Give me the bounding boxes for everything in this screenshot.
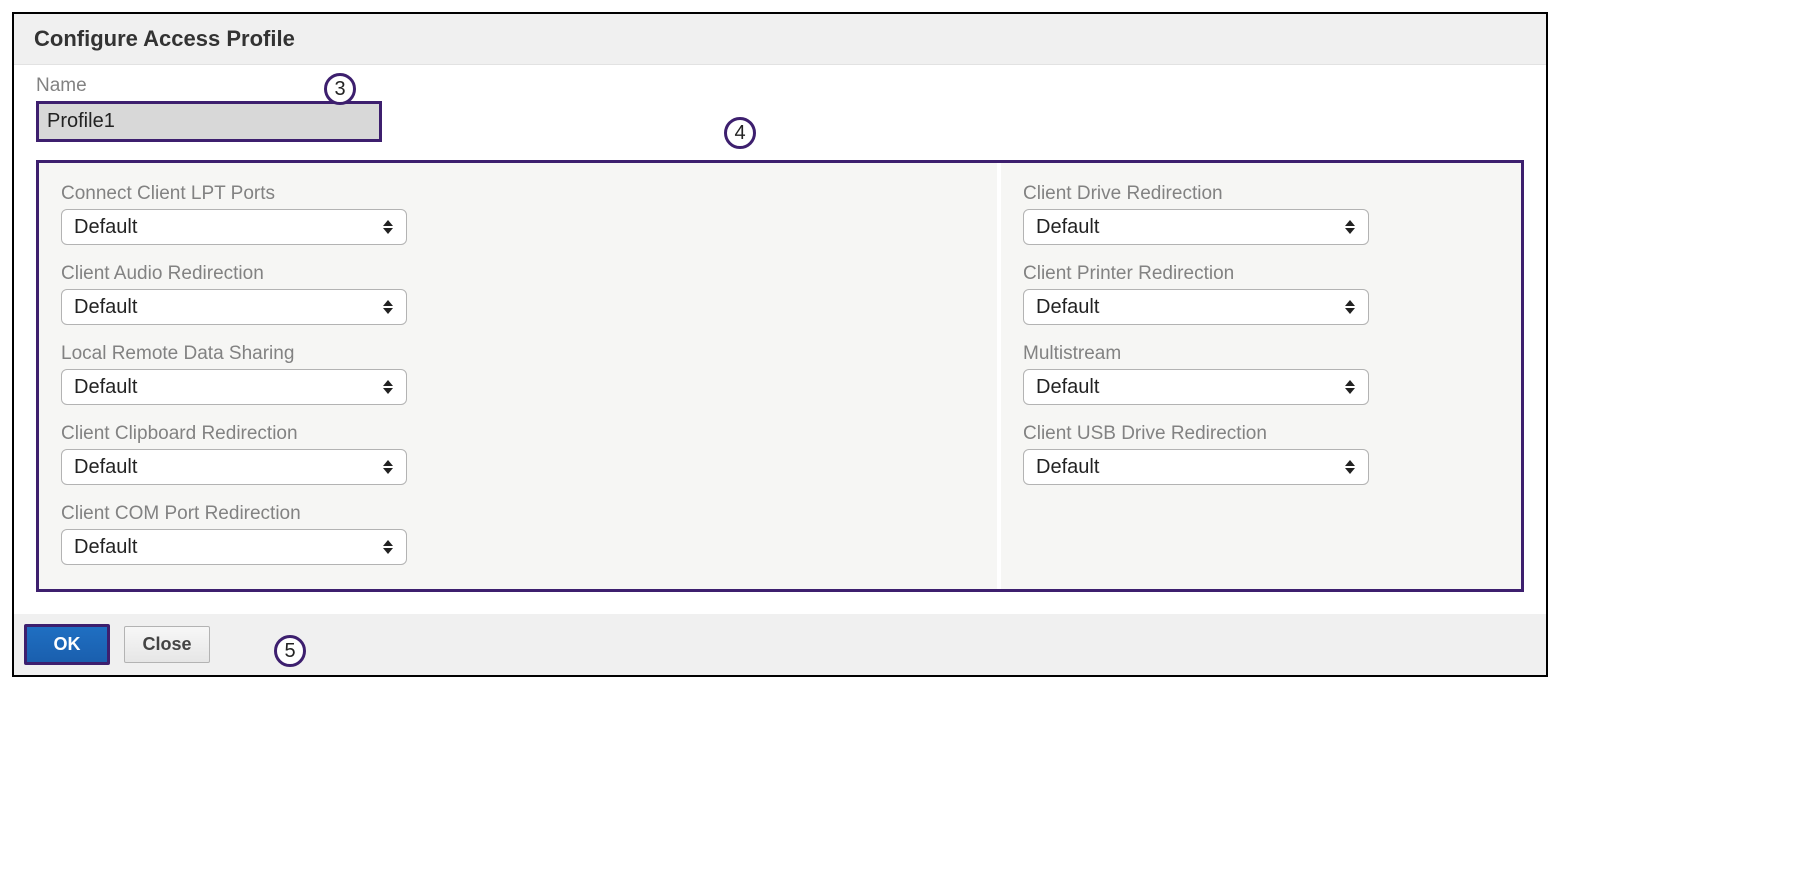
select-client-usb-drive-redirection[interactable]: Default <box>1023 449 1369 485</box>
dialog-title: Configure Access Profile <box>34 26 1526 52</box>
select-client-clipboard-redirection[interactable]: Default <box>61 449 407 485</box>
dialog-body: Name 3 4 Connect Client LPT Ports Defaul… <box>14 65 1546 614</box>
label-client-drive-redirection: Client Drive Redirection <box>1023 183 1499 205</box>
select-client-com-port-redirection[interactable]: Default <box>61 529 407 565</box>
callout-5: 5 <box>274 635 306 667</box>
settings-left-column: Connect Client LPT Ports Default Client … <box>39 163 1001 589</box>
close-button[interactable]: Close <box>124 626 210 663</box>
callout-3: 3 <box>324 73 356 105</box>
field-multistream: Multistream Default <box>1023 343 1499 405</box>
field-client-printer-redirection: Client Printer Redirection Default <box>1023 263 1499 325</box>
label-client-printer-redirection: Client Printer Redirection <box>1023 263 1499 285</box>
field-connect-client-lpt-ports: Connect Client LPT Ports Default <box>61 183 975 245</box>
label-client-audio-redirection: Client Audio Redirection <box>61 263 975 285</box>
field-client-usb-drive-redirection: Client USB Drive Redirection Default <box>1023 423 1499 485</box>
select-client-drive-redirection[interactable]: Default <box>1023 209 1369 245</box>
label-connect-client-lpt-ports: Connect Client LPT Ports <box>61 183 975 205</box>
label-local-remote-data-sharing: Local Remote Data Sharing <box>61 343 975 365</box>
name-input[interactable] <box>36 101 382 142</box>
label-client-usb-drive-redirection: Client USB Drive Redirection <box>1023 423 1499 445</box>
ok-button[interactable]: OK <box>24 624 110 665</box>
select-client-printer-redirection[interactable]: Default <box>1023 289 1369 325</box>
name-block: Name 3 <box>36 75 382 142</box>
select-multistream[interactable]: Default <box>1023 369 1369 405</box>
field-client-com-port-redirection: Client COM Port Redirection Default <box>61 503 975 565</box>
select-connect-client-lpt-ports[interactable]: Default <box>61 209 407 245</box>
settings-right-column: Client Drive Redirection Default Client … <box>1001 163 1521 589</box>
dialog-footer: OK Close <box>14 614 1546 675</box>
select-local-remote-data-sharing[interactable]: Default <box>61 369 407 405</box>
configure-access-profile-dialog: Configure Access Profile Name 3 4 Connec… <box>12 12 1548 677</box>
name-label: Name <box>36 75 87 97</box>
label-multistream: Multistream <box>1023 343 1499 365</box>
dialog-header: Configure Access Profile <box>14 14 1546 65</box>
footer-wrap: OK Close 5 <box>14 614 1546 675</box>
callout-4: 4 <box>724 117 756 149</box>
label-client-com-port-redirection: Client COM Port Redirection <box>61 503 975 525</box>
select-client-audio-redirection[interactable]: Default <box>61 289 407 325</box>
field-local-remote-data-sharing: Local Remote Data Sharing Default <box>61 343 975 405</box>
settings-panel: Connect Client LPT Ports Default Client … <box>36 160 1524 592</box>
label-client-clipboard-redirection: Client Clipboard Redirection <box>61 423 975 445</box>
field-client-clipboard-redirection: Client Clipboard Redirection Default <box>61 423 975 485</box>
field-client-drive-redirection: Client Drive Redirection Default <box>1023 183 1499 245</box>
field-client-audio-redirection: Client Audio Redirection Default <box>61 263 975 325</box>
